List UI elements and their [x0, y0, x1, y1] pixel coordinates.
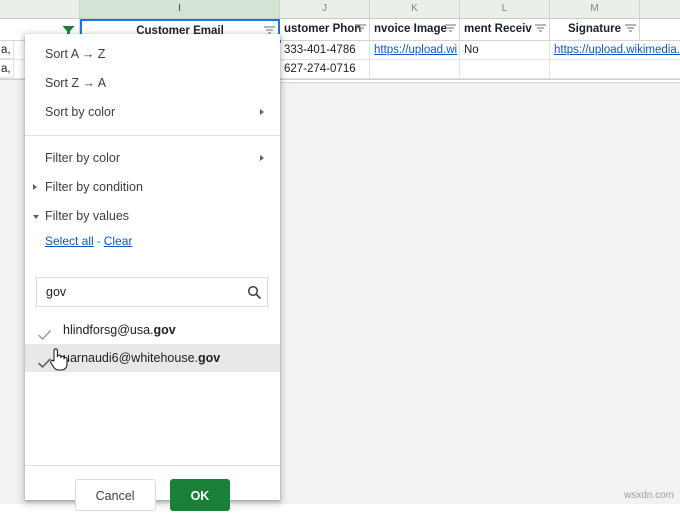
column-header-L[interactable]: L: [460, 0, 550, 18]
chevron-right-icon: [260, 155, 264, 161]
select-all-link[interactable]: Select all: [45, 234, 94, 248]
header-label-payment-received: ment Receiv: [464, 23, 532, 35]
search-input[interactable]: [37, 279, 241, 305]
header-cell-signature[interactable]: Signature: [550, 19, 640, 40]
header-label-customer-phone: ustomer Phon: [284, 23, 362, 35]
menu-item-sort-a-z[interactable]: Sort A → Z: [25, 40, 280, 69]
cell-left-fragment-row1[interactable]: a,: [0, 41, 14, 59]
filter-search-box[interactable]: [36, 277, 268, 307]
list-item-text-prefix: hlindforsg@usa.: [63, 323, 154, 337]
cancel-button[interactable]: Cancel: [74, 479, 156, 511]
column-header-blank[interactable]: [0, 0, 80, 18]
cell-signature-row2[interactable]: [550, 60, 680, 78]
cell-payment-received-row1[interactable]: No: [460, 41, 550, 59]
search-icon[interactable]: [241, 278, 267, 306]
list-item-text-match: gov: [153, 323, 176, 337]
menu-item-filter-by-values[interactable]: Filter by values: [25, 202, 280, 231]
column-header-N[interactable]: [640, 0, 680, 18]
header-cell-invoice-image[interactable]: nvoice Image: [370, 19, 460, 40]
menu-item-filter-by-condition[interactable]: Filter by condition: [25, 173, 280, 202]
cell-left-fragment-row2[interactable]: a,: [0, 60, 14, 78]
column-header-I[interactable]: I: [80, 0, 280, 18]
list-item[interactable]: uarnaudi6@whitehouse.gov: [25, 344, 280, 372]
header-label-invoice-image: nvoice Image: [374, 23, 447, 35]
column-header-K[interactable]: K: [370, 0, 460, 18]
menu-item-sort-z-a[interactable]: Sort Z → A: [25, 69, 280, 98]
clear-link[interactable]: Clear: [104, 234, 133, 248]
cell-customer-phone-row1[interactable]: 333-401-4786: [280, 41, 370, 59]
header-label-signature: Signature: [567, 23, 622, 35]
menu-label-filter-by-values: Filter by values: [45, 209, 130, 223]
checkmark-icon[interactable]: [38, 324, 51, 340]
list-item-text-prefix: uarnaudi6@whitehouse.: [63, 351, 199, 365]
cell-payment-received-row2[interactable]: [460, 60, 550, 78]
menu-label-sort-a-z: Sort A → Z: [45, 47, 106, 61]
menu-label-sort-z-a: Sort Z → A: [45, 76, 107, 90]
column-header-J[interactable]: J: [280, 0, 370, 18]
filter-dropdown-icon-K[interactable]: [445, 24, 456, 33]
triangle-down-icon: [33, 215, 39, 219]
list-item-text-match: gov: [198, 351, 221, 365]
column-header-M[interactable]: M: [550, 0, 640, 18]
filter-dropdown-panel: Sort A → Z Sort Z → A Sort by color Filt…: [25, 34, 280, 511]
cell-signature-row1[interactable]: https://upload.wikimedia.: [550, 41, 680, 59]
filter-dropdown-icon-M[interactable]: [625, 24, 636, 33]
filter-dropdown-icon-J[interactable]: [355, 24, 366, 33]
menu-divider: [25, 135, 280, 136]
cell-invoice-image-row2[interactable]: [370, 60, 460, 78]
list-item[interactable]: hlindforsg@usa.gov: [25, 316, 280, 344]
menu-item-sort-by-color[interactable]: Sort by color: [25, 98, 280, 127]
checkmark-icon[interactable]: [38, 352, 51, 368]
filter-values-list[interactable]: hlindforsg@usa.gov uarnaudi6@whitehouse.…: [25, 316, 280, 450]
triangle-right-icon: [33, 184, 37, 190]
watermark: wsxdn.com: [623, 490, 674, 501]
cell-invoice-image-row1[interactable]: https://upload.wi: [370, 41, 460, 59]
cell-customer-phone-row2[interactable]: 627-274-0716: [280, 60, 370, 78]
footer-divider: [25, 465, 280, 466]
ok-button[interactable]: OK: [169, 479, 231, 511]
filter-dropdown-icon-L[interactable]: [535, 24, 546, 33]
menu-label-filter-by-condition: Filter by condition: [45, 180, 143, 194]
header-cell-overflow: [640, 19, 680, 40]
menu-label-sort-by-color: Sort by color: [45, 105, 116, 119]
select-all-clear-row: Select all - Clear: [25, 231, 280, 251]
menu-label-filter-by-color: Filter by color: [45, 151, 121, 165]
column-header-strip: I J K L M: [0, 0, 680, 19]
header-cell-customer-phone[interactable]: ustomer Phon: [280, 19, 370, 40]
panel-button-row: Cancel OK: [25, 479, 280, 519]
sheet-empty-area-right: [280, 83, 680, 504]
chevron-right-icon: [260, 109, 264, 115]
menu-item-filter-by-color[interactable]: Filter by color: [25, 144, 280, 173]
header-cell-payment-received[interactable]: ment Receiv: [460, 19, 550, 40]
links-separator: -: [96, 234, 101, 248]
